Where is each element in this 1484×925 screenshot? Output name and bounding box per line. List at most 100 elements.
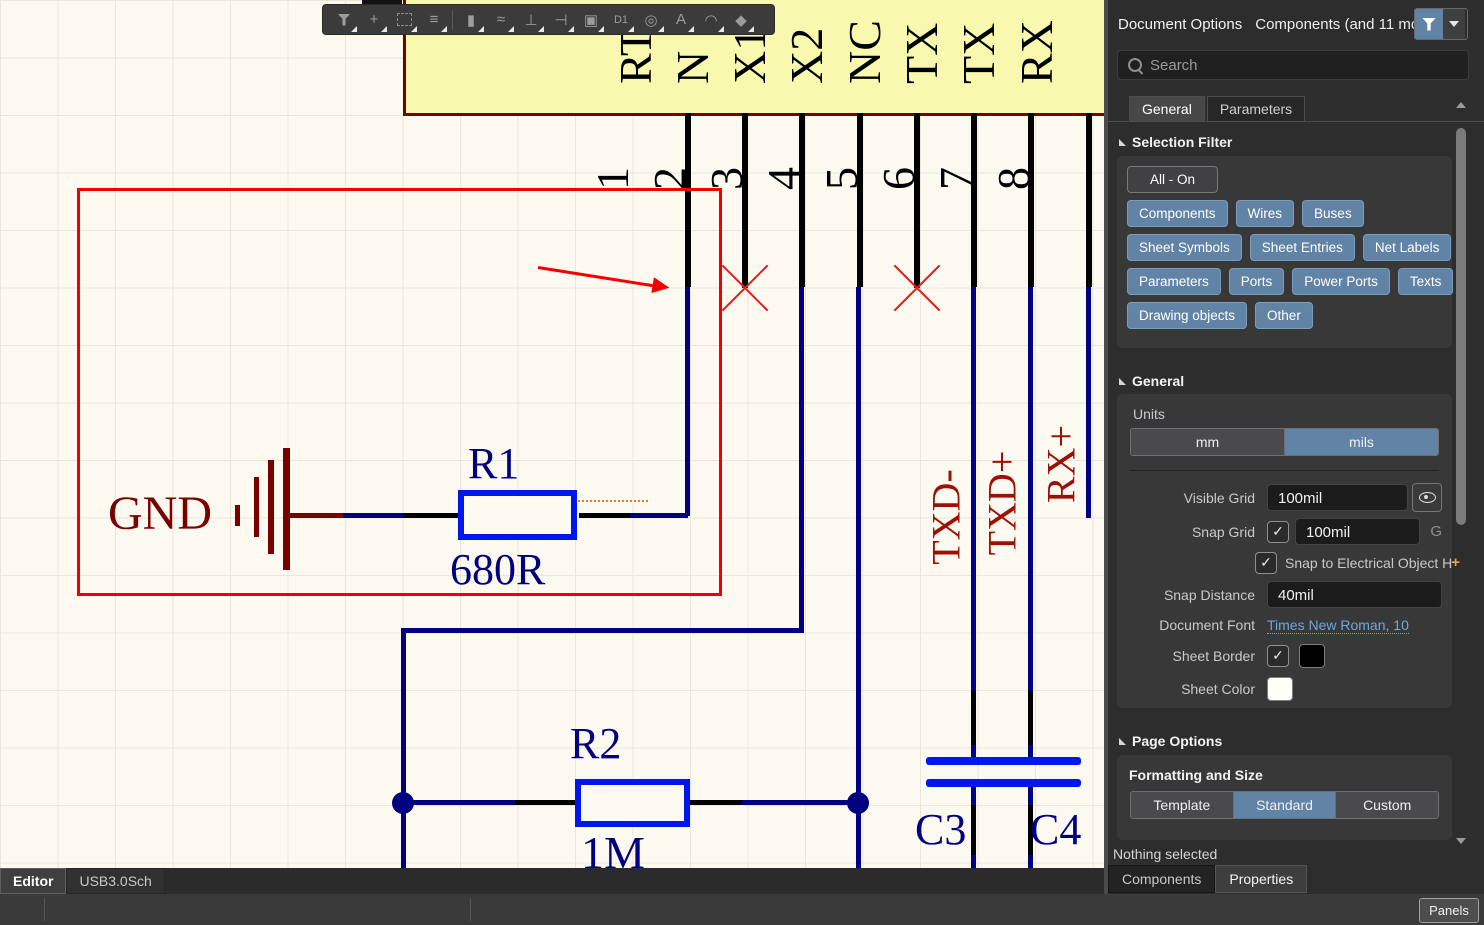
section-page-options[interactable]: Page Options: [1119, 733, 1222, 749]
c3-lead-bottom[interactable]: [971, 805, 976, 855]
filter-parameters-button[interactable]: Parameters: [1127, 268, 1221, 295]
filter-sheet-symbols-button[interactable]: Sheet Symbols: [1127, 234, 1242, 261]
r2-lead-left[interactable]: [515, 800, 575, 805]
units-mils[interactable]: mils: [1284, 429, 1438, 455]
place-wire-icon[interactable]: ≈: [486, 7, 516, 33]
filter-drawing-objects-button[interactable]: Drawing objects: [1127, 302, 1247, 329]
mode-template[interactable]: Template: [1131, 792, 1233, 818]
mode-standard[interactable]: Standard: [1233, 792, 1336, 818]
selection-rect-icon[interactable]: [389, 7, 419, 33]
formatting-mode-toggle[interactable]: Template Standard Custom: [1130, 791, 1439, 819]
filter-components-button[interactable]: Components: [1127, 200, 1228, 227]
place-junction-icon[interactable]: ◆: [726, 7, 756, 33]
search-input[interactable]: Search: [1117, 50, 1469, 80]
place-port-icon[interactable]: ⊣: [546, 7, 576, 33]
snap-distance-input[interactable]: 40mil: [1267, 581, 1442, 608]
tab-components-panel[interactable]: Components: [1108, 865, 1215, 893]
tab-editor[interactable]: Editor: [0, 868, 66, 894]
capacitor-plate-top[interactable]: [926, 757, 1081, 765]
pin-3[interactable]: [799, 113, 805, 287]
visible-grid-input[interactable]: 100mil: [1267, 484, 1408, 511]
no-erc-marker[interactable]: [885, 256, 949, 320]
sheet-border-color-swatch[interactable]: [1299, 644, 1325, 668]
document-font-link[interactable]: Times New Roman, 10: [1267, 617, 1409, 634]
crosshair-icon[interactable]: +: [359, 7, 389, 33]
filter-wires-button[interactable]: Wires: [1236, 200, 1295, 227]
resistor-r2[interactable]: [575, 779, 690, 827]
wire-r2-left[interactable]: [403, 800, 515, 805]
object-filter-icon[interactable]: [1415, 9, 1443, 39]
section-selection-filter[interactable]: Selection Filter: [1119, 134, 1232, 150]
tab-parameters[interactable]: Parameters: [1207, 96, 1305, 121]
c4-lead-top[interactable]: [1028, 691, 1033, 745]
visible-grid-label: Visible Grid: [1127, 490, 1267, 506]
schematic-canvas[interactable]: RT N X1 X2 NC TX TX RX 1 2 3 4 5 6 7 8: [0, 0, 1104, 868]
place-text-icon[interactable]: A: [666, 7, 696, 33]
filter-buses-button[interactable]: Buses: [1302, 200, 1364, 227]
mode-custom[interactable]: Custom: [1335, 792, 1438, 818]
net-label-txd-minus[interactable]: TXD-: [923, 469, 970, 565]
no-erc-icon[interactable]: ◎: [636, 7, 666, 33]
c3-stub-bottom[interactable]: [971, 787, 976, 805]
units-mm[interactable]: mm: [1131, 429, 1284, 455]
align-icon[interactable]: ≡: [419, 7, 449, 33]
panel-scrollbar[interactable]: [1456, 100, 1466, 852]
wire-c4-bottom[interactable]: [1028, 855, 1033, 868]
wire-pin3-vertical[interactable]: [799, 287, 804, 633]
filter-all-on-button[interactable]: All - On: [1127, 166, 1218, 193]
units-toggle[interactable]: mm mils: [1130, 428, 1439, 456]
c3-designator[interactable]: C3: [915, 804, 966, 855]
filter-dropdown-button[interactable]: [1443, 9, 1465, 39]
tab-usb3-sch[interactable]: USB3.0Sch: [66, 868, 164, 894]
c4-designator[interactable]: C4: [1030, 804, 1081, 855]
filter-sheet-entries-button[interactable]: Sheet Entries: [1250, 234, 1355, 261]
pin-6[interactable]: [971, 113, 977, 287]
wire-pin4-vertical[interactable]: [856, 287, 861, 868]
wire-pin3-horizontal[interactable]: [401, 628, 804, 633]
place-sheet-symbol-icon[interactable]: ▣: [576, 7, 606, 33]
pin-4[interactable]: [857, 113, 863, 287]
c3-lead-top[interactable]: [971, 691, 976, 745]
scrollbar-thumb[interactable]: [1456, 128, 1466, 525]
directive-icon[interactable]: D1: [606, 7, 636, 33]
pin-7[interactable]: [1028, 113, 1034, 287]
object-filter-split-button[interactable]: [1414, 8, 1468, 40]
filter-power-ports-button[interactable]: Power Ports: [1292, 268, 1390, 295]
wire-pin6-vertical[interactable]: [971, 287, 976, 691]
r2-value[interactable]: 1M: [581, 826, 645, 868]
tab-general[interactable]: General: [1129, 96, 1205, 121]
r2-designator[interactable]: R2: [570, 718, 621, 769]
snap-electrical-checkbox[interactable]: ✓: [1255, 552, 1277, 574]
filter-other-button[interactable]: Other: [1255, 302, 1313, 329]
section-general[interactable]: General: [1119, 373, 1184, 389]
sheet-color-swatch[interactable]: [1267, 677, 1293, 701]
wire-pin8-vertical[interactable]: [1086, 287, 1091, 518]
r2-lead-right[interactable]: [690, 800, 742, 805]
net-label-txd-plus[interactable]: TXD+: [979, 451, 1026, 556]
filter-icon[interactable]: [329, 7, 359, 33]
place-arc-icon[interactable]: ◠: [696, 7, 726, 33]
filter-texts-button[interactable]: Texts: [1398, 268, 1454, 295]
snap-grid-checkbox[interactable]: ✓: [1267, 521, 1289, 543]
wire-left-vertical[interactable]: [401, 628, 406, 868]
capacitor-plate-bottom[interactable]: [926, 779, 1081, 787]
wire-c3-bottom[interactable]: [971, 855, 976, 868]
place-ground-icon[interactable]: ⊥: [516, 7, 546, 33]
pin-8[interactable]: [1086, 113, 1092, 287]
net-label-rx-plus[interactable]: RX+: [1038, 425, 1085, 503]
wire-r2-right[interactable]: [742, 800, 859, 805]
place-part-icon[interactable]: ▮: [456, 7, 486, 33]
filter-ports-button[interactable]: Ports: [1229, 268, 1285, 295]
scroll-down-icon[interactable]: [1456, 838, 1466, 844]
wire-pin7-vertical[interactable]: [1028, 287, 1033, 691]
sheet-border-checkbox[interactable]: ✓: [1267, 645, 1289, 667]
snap-electrical-label: Snap to Electrical Object H: [1285, 555, 1452, 571]
c4-stub-bottom[interactable]: [1028, 787, 1033, 805]
grid-visibility-button[interactable]: [1412, 483, 1442, 512]
scroll-up-icon[interactable]: [1456, 102, 1466, 108]
panels-button[interactable]: Panels: [1419, 898, 1479, 923]
filter-net-labels-button[interactable]: Net Labels: [1363, 234, 1452, 261]
snap-grid-input[interactable]: 100mil: [1295, 518, 1420, 545]
tab-properties-panel[interactable]: Properties: [1215, 865, 1307, 893]
no-erc-marker[interactable]: [713, 256, 777, 320]
